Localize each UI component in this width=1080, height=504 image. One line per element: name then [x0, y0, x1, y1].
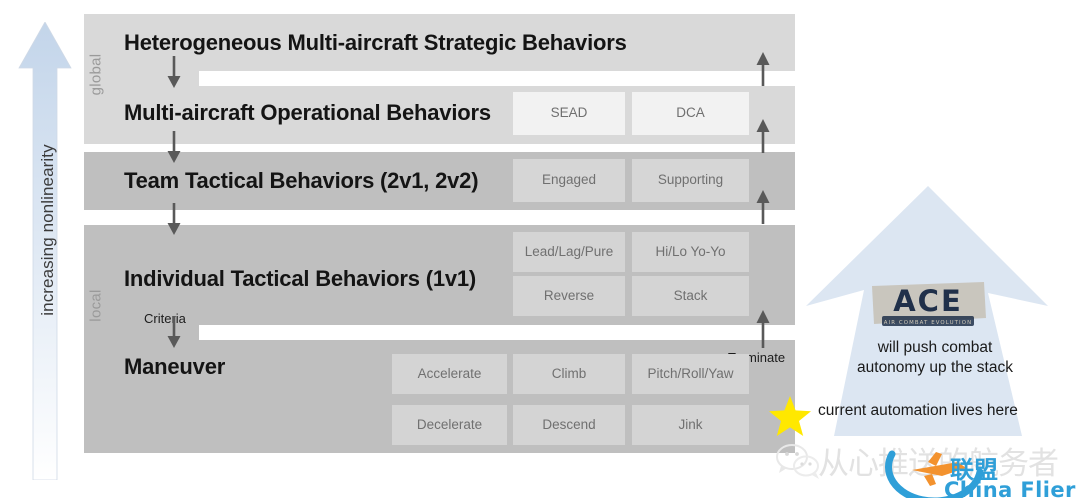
- svg-text:AIR COMBAT EVOLUTION: AIR COMBAT EVOLUTION: [884, 320, 972, 326]
- watermark: 从心推送的航务者 联盟 China Flier: [774, 436, 1080, 504]
- level-title-strategic: Heterogeneous Multi-aircraft Strategic B…: [124, 30, 627, 55]
- up-arrow-1: [754, 52, 772, 86]
- divider-band-2: [115, 210, 795, 225]
- down-arrow-1: [165, 56, 183, 88]
- up-arrow-2: [754, 119, 772, 153]
- up-arrow-4-terminate: [754, 310, 772, 348]
- scope-label-global: global: [87, 53, 105, 96]
- chip-supporting[interactable]: Supporting: [632, 159, 749, 202]
- ace-caption: will push combat autonomy up the stack: [820, 338, 1050, 379]
- divider-band-1: [199, 71, 795, 86]
- increasing-nonlinearity-arrow: increasing nonlinearity: [18, 22, 72, 480]
- down-arrow-2: [165, 131, 183, 163]
- ace-logo: ACE AIR COMBAT EVOLUTION: [866, 278, 990, 332]
- level-title-operational: Multi-aircraft Operational Behaviors: [124, 100, 491, 125]
- star-icon: [768, 394, 812, 438]
- chip-engaged[interactable]: Engaged: [513, 159, 625, 202]
- watermark-brand-text: China Flier: [944, 478, 1076, 502]
- down-arrow-3: [165, 203, 183, 235]
- chip-hi-lo-yo-yo[interactable]: Hi/Lo Yo-Yo: [632, 232, 749, 272]
- scope-label-local: local: [87, 289, 105, 322]
- chip-pitch-roll-yaw[interactable]: Pitch/Roll/Yaw: [632, 354, 749, 394]
- divider-band-2-gutter: [84, 210, 115, 225]
- level-title-individual-tactical: Individual Tactical Behaviors (1v1): [124, 266, 477, 291]
- chip-descend[interactable]: Descend: [513, 405, 625, 445]
- divider-band-3: [199, 325, 795, 340]
- chip-sead[interactable]: SEAD: [513, 92, 625, 135]
- diagram-canvas: increasing nonlinearity global Heterogen…: [0, 0, 1080, 504]
- up-arrow-3: [754, 190, 772, 224]
- chip-dca[interactable]: DCA: [632, 92, 749, 135]
- level-title-maneuver: Maneuver: [124, 354, 226, 379]
- chip-accelerate[interactable]: Accelerate: [392, 354, 507, 394]
- nonlinearity-axis-label: increasing nonlinearity: [38, 144, 57, 316]
- chip-climb[interactable]: Climb: [513, 354, 625, 394]
- ace-caption-line-1: will push combat: [877, 339, 993, 356]
- down-arrow-4-criteria: [165, 316, 183, 348]
- chip-jink[interactable]: Jink: [632, 405, 749, 445]
- ace-caption-line-2: autonomy up the stack: [857, 359, 1013, 377]
- wechat-icon: [776, 442, 822, 482]
- current-automation-label: current automation lives here: [818, 402, 1018, 419]
- svg-text:ACE: ACE: [893, 284, 963, 318]
- chip-stack[interactable]: Stack: [632, 276, 749, 316]
- chip-lead-lag-pure[interactable]: Lead/Lag/Pure: [513, 232, 625, 272]
- level-title-team-tactical: Team Tactical Behaviors (2v1, 2v2): [124, 168, 479, 193]
- chip-decelerate[interactable]: Decelerate: [392, 405, 507, 445]
- chip-reverse[interactable]: Reverse: [513, 276, 625, 316]
